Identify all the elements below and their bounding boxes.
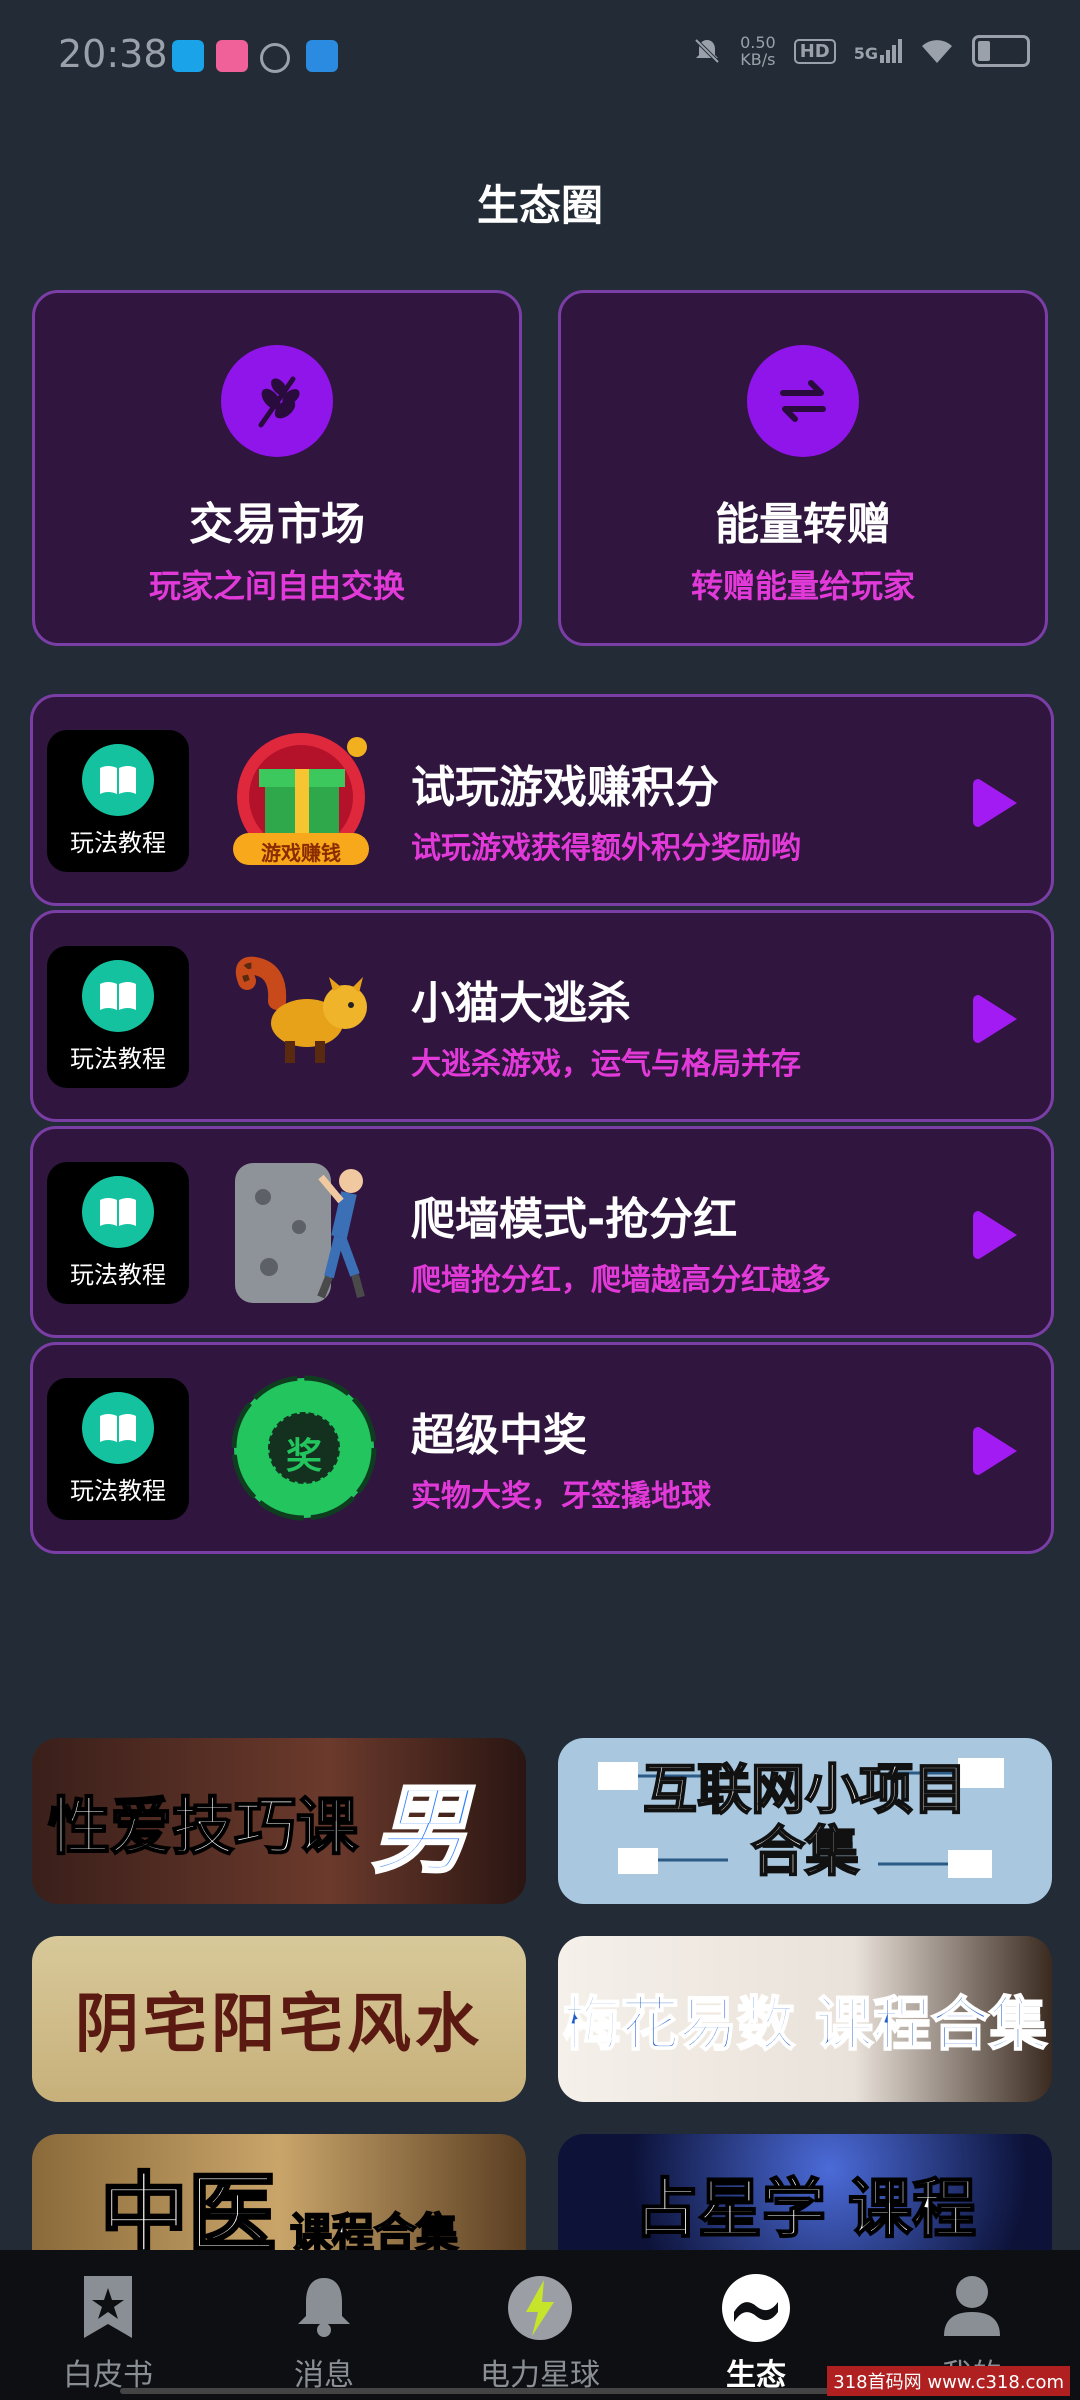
prize-wheel-icon: 奖 <box>229 1373 379 1523</box>
prize-badge: 奖 <box>285 1436 322 1477</box>
book-icon <box>82 1392 154 1464</box>
banner-text: 梅花易数 课程合集 <box>562 1989 1048 2059</box>
banner-course-3[interactable]: 阴宅阳宅风水 <box>32 1936 526 2102</box>
play-icon[interactable] <box>971 1423 1021 1479</box>
tab-whitepaper[interactable]: 白皮书 <box>0 2250 216 2400</box>
tutorial-button[interactable]: 玩法教程 <box>47 1162 189 1304</box>
banner-course-4[interactable]: 梅花易数 课程合集 <box>558 1936 1052 2102</box>
trade-market-subtitle: 玩家之间自由交换 <box>148 567 405 605</box>
banner-course-1[interactable]: 性爱技巧课 男 <box>32 1738 526 1904</box>
banner-text: 阴宅阳宅风水 <box>75 1988 483 2062</box>
banner-text: 占星学 课程 <box>633 2172 977 2248</box>
banner-extra: 男 <box>371 1772 470 1887</box>
tutorial-label: 玩法教程 <box>70 1045 166 1073</box>
banner-text: 互联网小项目 合集 <box>642 1758 968 1884</box>
eco-wave-icon <box>722 2274 790 2342</box>
battery-icon <box>972 35 1030 67</box>
page-title: 生态圈 <box>476 181 603 230</box>
game-subtitle: 实物大奖，牙签撬地球 <box>411 1479 711 1514</box>
watermark: 318首码网 www.c318.com <box>827 2366 1070 2396</box>
book-icon <box>82 1176 154 1248</box>
status-time: 20:38 <box>58 32 168 76</box>
banner-course-2[interactable]: 互联网小项目 合集 <box>558 1738 1052 1904</box>
trade-market-title: 交易市场 <box>189 499 365 550</box>
tutorial-button[interactable]: 玩法教程 <box>47 1378 189 1520</box>
book-icon <box>82 744 154 816</box>
lightning-planet-icon <box>508 2276 572 2340</box>
raccoon-cat-icon <box>235 956 367 1063</box>
bilibili-notification-icon <box>216 40 248 72</box>
game-row-trial[interactable]: 玩法教程 游戏赚钱 试玩游戏赚积分 试玩游戏获得额外积分奖励哟 <box>30 694 1054 906</box>
net-speed: 0.50 KB/s <box>740 33 776 69</box>
play-icon[interactable] <box>971 991 1021 1047</box>
hd-badge: HD <box>793 38 836 64</box>
banner-text: 中医 <box>98 2162 277 2251</box>
leaf-icon <box>221 345 333 457</box>
game-row-climb[interactable]: 玩法教程 爬墙模式-抢分红 爬墙抢分红，爬墙越高分红越多 <box>30 1126 1054 1338</box>
bottom-tab-bar: 白皮书 消息 电力星球 生态 我的 318首码网 www.c318.com <box>0 2250 1080 2400</box>
play-icon[interactable] <box>971 775 1021 831</box>
banner-extra: 课程合集 <box>289 2208 459 2250</box>
mute-icon <box>694 38 720 64</box>
gift-box-icon: 游戏赚钱 <box>229 725 379 875</box>
user-icon <box>944 2276 1000 2336</box>
game-row-cat[interactable]: 玩法教程 小猫大逃杀 大逃杀游戏，运气与格局并存 <box>30 910 1054 1122</box>
swap-arrows-icon <box>747 345 859 457</box>
game-title: 爬墙模式-抢分红 <box>411 1194 738 1245</box>
energy-transfer-title: 能量转赠 <box>715 499 891 550</box>
tab-power-planet[interactable]: 电力星球 <box>432 2250 648 2400</box>
energy-transfer-subtitle: 转赠能量给玩家 <box>690 567 915 605</box>
game-badge: 游戏赚钱 <box>261 841 341 865</box>
banner-course-6[interactable]: 占星学 课程 <box>558 2134 1052 2250</box>
game-title: 超级中奖 <box>411 1410 587 1461</box>
tutorial-button[interactable]: 玩法教程 <box>47 946 189 1088</box>
wall-climber-icon <box>235 1163 365 1303</box>
game-title: 小猫大逃杀 <box>411 978 631 1029</box>
play-icon[interactable] <box>971 1207 1021 1263</box>
wifi-icon <box>922 40 952 63</box>
tutorial-label: 玩法教程 <box>70 829 166 857</box>
app-notification-icon <box>172 40 204 72</box>
banner-text: 性爱技巧课 <box>47 1789 359 1864</box>
game-title: 试玩游戏赚积分 <box>411 762 719 813</box>
game-row-prize[interactable]: 玩法教程 奖 超级中奖 实物大奖，牙签撬地球 <box>30 1342 1054 1554</box>
trade-market-card[interactable]: 交易市场 玩家之间自由交换 <box>32 290 522 646</box>
flag-notification-icon <box>306 40 338 72</box>
tab-messages[interactable]: 消息 <box>216 2250 432 2400</box>
game-subtitle: 试玩游戏获得额外积分奖励哟 <box>411 831 801 866</box>
status-bar: 20:38 0.50 KB/s HD 5G <box>0 0 1080 110</box>
swirl-notification-icon <box>260 43 290 73</box>
game-subtitle: 爬墙抢分红，爬墙越高分红越多 <box>411 1263 831 1298</box>
star-book-icon <box>84 2276 132 2338</box>
bell-icon <box>298 2278 350 2337</box>
tutorial-label: 玩法教程 <box>70 1261 166 1289</box>
game-subtitle: 大逃杀游戏，运气与格局并存 <box>411 1047 801 1082</box>
book-icon <box>82 960 154 1032</box>
energy-transfer-card[interactable]: 能量转赠 转赠能量给玩家 <box>558 290 1048 646</box>
signal-5g: 5G <box>854 39 902 63</box>
banner-course-5[interactable]: 中医 课程合集 <box>32 2134 526 2250</box>
tutorial-button[interactable]: 玩法教程 <box>47 730 189 872</box>
tutorial-label: 玩法教程 <box>70 1477 166 1505</box>
